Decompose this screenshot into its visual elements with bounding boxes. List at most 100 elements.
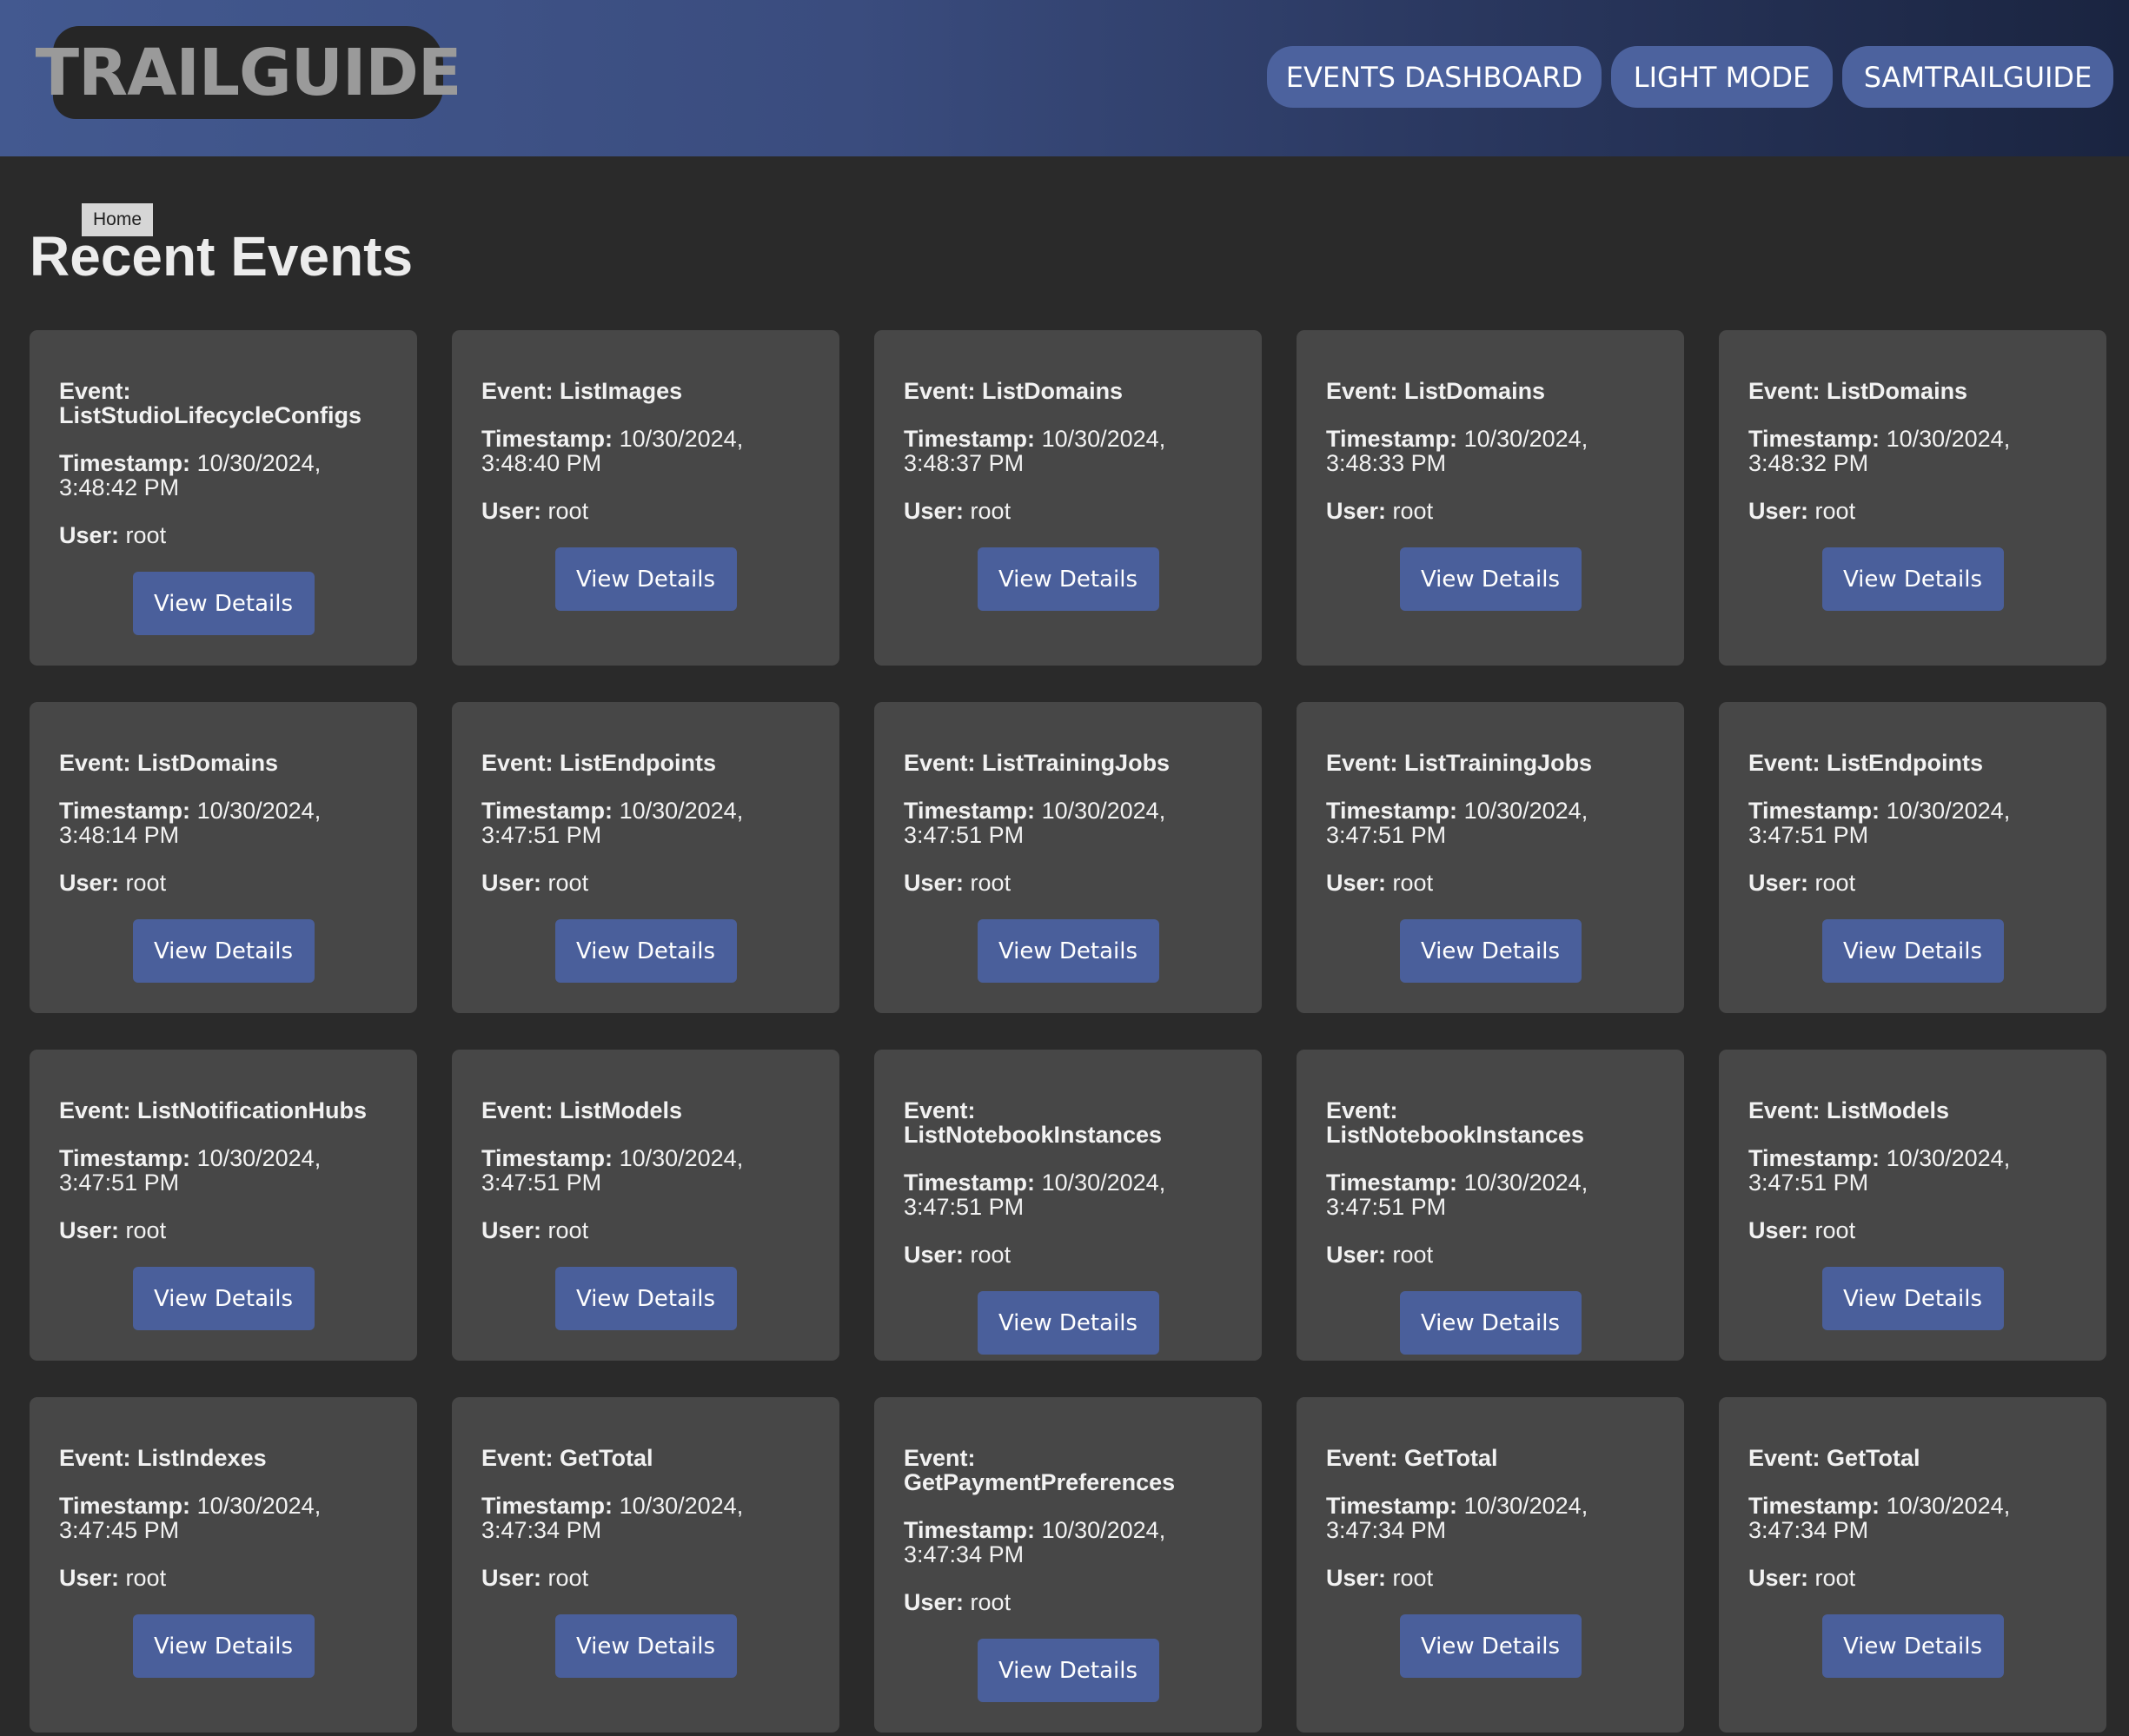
event-name-line: Event: ListModels — [1748, 1098, 1949, 1123]
event-name-line: Event: ListImages — [481, 379, 682, 403]
view-details-button[interactable]: View Details — [132, 919, 315, 983]
user-label: User: — [904, 1589, 965, 1615]
user-value: root — [1814, 1217, 1856, 1243]
view-details-button[interactable]: View Details — [554, 1614, 737, 1678]
user-value: root — [1392, 870, 1434, 896]
view-details-button[interactable]: View Details — [977, 1291, 1159, 1355]
event-name: ListNotificationHubs — [137, 1097, 368, 1123]
event-card: Event: ListTrainingJobs Timestamp: 10/30… — [1297, 702, 1684, 1013]
timestamp-line: Timestamp: 10/30/2024, 3:48:14 PM — [59, 798, 388, 847]
user-line: User: root — [1326, 499, 1433, 523]
view-details-button[interactable]: View Details — [1821, 1614, 2004, 1678]
event-name-line: Event: GetTotal — [1748, 1446, 1920, 1470]
event-card: Event: ListDomains Timestamp: 10/30/2024… — [874, 330, 1262, 666]
event-name: GetTotal — [560, 1445, 653, 1471]
event-card: Event: ListDomains Timestamp: 10/30/2024… — [30, 702, 417, 1013]
event-label: Event: — [1326, 750, 1398, 776]
user-line: User: root — [481, 499, 588, 523]
user-value: root — [547, 870, 589, 896]
timestamp-line: Timestamp: 10/30/2024, 3:47:45 PM — [59, 1494, 388, 1542]
view-details-button[interactable]: View Details — [132, 1267, 315, 1330]
view-details-button[interactable]: View Details — [1821, 1267, 2004, 1330]
timestamp-label: Timestamp: — [1326, 1169, 1458, 1196]
event-name-line: Event: ListModels — [481, 1098, 682, 1123]
view-details-button[interactable]: View Details — [132, 572, 315, 635]
event-name-line: Event: GetTotal — [481, 1446, 653, 1470]
trailguide-logo[interactable]: TRAILGUIDE — [36, 26, 461, 119]
user-value: root — [125, 1565, 167, 1591]
user-label: User: — [904, 870, 965, 896]
user-value: root — [1392, 1242, 1434, 1268]
timestamp-label: Timestamp: — [904, 426, 1036, 452]
event-name-line: Event: GetTotal — [1326, 1446, 1498, 1470]
events-dashboard-button[interactable]: EVENTS DASHBOARD — [1267, 46, 1602, 108]
timestamp-line: Timestamp: 10/30/2024, 3:47:51 PM — [904, 798, 1232, 847]
view-details-button[interactable]: View Details — [132, 1614, 315, 1678]
view-details-button[interactable]: View Details — [1821, 919, 2004, 983]
event-name: GetPaymentPreferences — [904, 1469, 1176, 1495]
view-details-button[interactable]: View Details — [554, 1267, 737, 1330]
user-label: User: — [59, 870, 120, 896]
view-details-button[interactable]: View Details — [1821, 547, 2004, 611]
event-name: ListEndpoints — [560, 750, 717, 776]
user-label: User: — [1748, 498, 1809, 524]
view-details-button[interactable]: View Details — [1399, 547, 1582, 611]
view-details-button[interactable]: View Details — [1399, 1291, 1582, 1355]
user-line: User: root — [904, 499, 1011, 523]
event-name: ListTrainingJobs — [1404, 750, 1593, 776]
user-value: root — [547, 1565, 589, 1591]
timestamp-line: Timestamp: 10/30/2024, 3:47:34 PM — [481, 1494, 810, 1542]
view-details-button[interactable]: View Details — [977, 1639, 1159, 1702]
event-name: ListModels — [1827, 1097, 1950, 1123]
user-value: root — [970, 1242, 1011, 1268]
view-details-button[interactable]: View Details — [977, 919, 1159, 983]
event-card: Event: ListModels Timestamp: 10/30/2024,… — [452, 1050, 839, 1361]
event-name-line: Event: ListDomains — [1748, 379, 1967, 403]
user-line: User: root — [904, 1242, 1011, 1267]
timestamp-line: Timestamp: 10/30/2024, 3:47:51 PM — [1326, 1170, 1655, 1219]
view-details-button[interactable]: View Details — [1399, 1614, 1582, 1678]
view-details-button[interactable]: View Details — [1399, 919, 1582, 983]
timestamp-label: Timestamp: — [1326, 798, 1458, 824]
event-name: ListEndpoints — [1827, 750, 1984, 776]
timestamp-label: Timestamp: — [904, 1169, 1036, 1196]
light-mode-button[interactable]: LIGHT MODE — [1611, 46, 1833, 108]
user-value: root — [1392, 498, 1434, 524]
event-card: Event: ListStudioLifecycleConfigs Timest… — [30, 330, 417, 666]
user-account-button[interactable]: SAMTRAILGUIDE — [1842, 46, 2113, 108]
event-name-line: Event: ListDomains — [59, 751, 278, 775]
timestamp-line: Timestamp: 10/30/2024, 3:47:34 PM — [1326, 1494, 1655, 1542]
timestamp-label: Timestamp: — [1748, 1145, 1880, 1171]
event-name-line: Event: ListEndpoints — [1748, 751, 1983, 775]
user-line: User: root — [904, 871, 1011, 895]
user-value: root — [970, 1589, 1011, 1615]
event-card: Event: ListDomains Timestamp: 10/30/2024… — [1297, 330, 1684, 666]
user-value: root — [1814, 1565, 1856, 1591]
user-value: root — [125, 870, 167, 896]
timestamp-label: Timestamp: — [59, 1145, 191, 1171]
event-card: Event: ListDomains Timestamp: 10/30/2024… — [1719, 330, 2106, 666]
user-line: User: root — [1748, 1218, 1855, 1242]
user-label: User: — [1748, 1565, 1809, 1591]
event-name-line: Event: GetPaymentPreferences — [904, 1446, 1232, 1494]
user-value: root — [970, 870, 1011, 896]
user-label: User: — [481, 498, 542, 524]
timestamp-label: Timestamp: — [1748, 426, 1880, 452]
timestamp-line: Timestamp: 10/30/2024, 3:47:51 PM — [1326, 798, 1655, 847]
event-name-line: Event: ListNotebookInstances — [904, 1098, 1232, 1147]
event-name: ListNotebookInstances — [904, 1122, 1163, 1148]
event-card: Event: ListIndexes Timestamp: 10/30/2024… — [30, 1397, 417, 1733]
view-details-button[interactable]: View Details — [554, 919, 737, 983]
user-value: root — [1814, 498, 1856, 524]
user-label: User: — [59, 1217, 120, 1243]
page-title: Recent Events — [30, 225, 414, 288]
event-name-line: Event: ListTrainingJobs — [1326, 751, 1592, 775]
user-line: User: root — [1326, 871, 1433, 895]
event-name: ListModels — [560, 1097, 683, 1123]
view-details-button[interactable]: View Details — [977, 547, 1159, 611]
user-label: User: — [1748, 1217, 1809, 1243]
user-line: User: root — [1748, 499, 1855, 523]
view-details-button[interactable]: View Details — [554, 547, 737, 611]
user-line: User: root — [481, 1218, 588, 1242]
event-card: Event: ListNotificationHubs Timestamp: 1… — [30, 1050, 417, 1361]
